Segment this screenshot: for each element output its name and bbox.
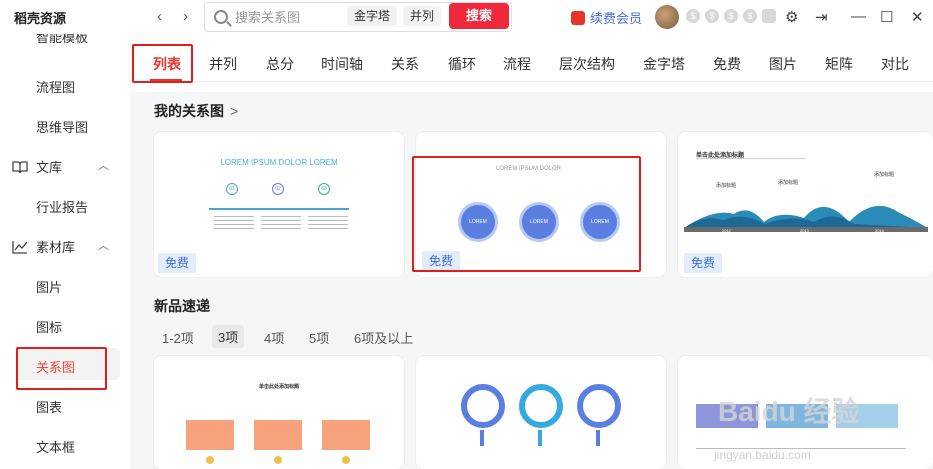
sidebar-item-industry-report[interactable]: 行业报告 xyxy=(36,197,88,216)
free-badge: 免费 xyxy=(158,253,196,273)
tab-compare[interactable]: 对比 xyxy=(881,54,909,74)
chevron-up-icon: ︿ xyxy=(98,240,109,252)
tab-process[interactable]: 流程 xyxy=(503,54,531,74)
pin-node xyxy=(577,384,621,428)
sidebar-item-icons[interactable]: 图标 xyxy=(36,317,62,336)
mountain-label: 添加标题 xyxy=(778,180,799,186)
pin-node xyxy=(461,384,505,428)
year-label: 2012 xyxy=(722,228,731,233)
chart-line-icon xyxy=(12,240,28,254)
number-icon: 02 xyxy=(272,183,284,195)
sidebar-item-mindmap[interactable]: 思维导图 xyxy=(36,117,88,136)
template-card[interactable]: 单击此处添加标题 xyxy=(154,356,404,469)
dot xyxy=(342,456,350,464)
number-icon: 03 xyxy=(318,183,330,195)
avatar[interactable] xyxy=(655,5,679,29)
maximize-icon[interactable]: ☐ xyxy=(880,8,893,26)
template-card[interactable] xyxy=(416,356,666,469)
highlight-box xyxy=(132,44,193,83)
watermark: Baidu 经验 xyxy=(718,396,860,427)
orange-box xyxy=(322,420,370,450)
dot xyxy=(274,456,282,464)
filter-3[interactable]: 3项 xyxy=(212,325,245,348)
tab-free[interactable]: 免费 xyxy=(713,54,741,74)
lock-icon xyxy=(762,9,776,23)
orange-box xyxy=(254,420,302,450)
tab-relation[interactable]: 关系 xyxy=(391,54,419,74)
sidebar-item-flowchart[interactable]: 流程图 xyxy=(36,77,75,96)
pin-stem xyxy=(480,430,484,446)
pin-node xyxy=(519,384,563,428)
chip-parallel[interactable]: 并列 xyxy=(403,6,442,26)
tab-images[interactable]: 图片 xyxy=(769,54,797,74)
gear-icon[interactable]: ⚙ xyxy=(785,8,798,26)
orange-box xyxy=(186,420,234,450)
section-title-new: 新品速递 xyxy=(154,298,210,314)
filter-5[interactable]: 5项 xyxy=(309,328,329,347)
search-input[interactable] xyxy=(235,7,355,27)
tab-total[interactable]: 总分 xyxy=(266,54,294,74)
card-heading: LOREM IPSUM DOLOR LOREM xyxy=(220,158,338,167)
badge-icon: $ xyxy=(743,9,757,23)
sidebar-group-label: 文库 xyxy=(36,160,63,175)
template-card[interactable]: 单击此处添加标题 添加标题 添加标题 添加标题 2012 2013 2014 免… xyxy=(678,132,933,277)
badge-icon: $ xyxy=(705,9,719,23)
tab-pyramid[interactable]: 金字塔 xyxy=(643,54,685,74)
card-line xyxy=(209,208,349,210)
highlight-box xyxy=(412,156,641,272)
chip-pyramid[interactable]: 金字塔 xyxy=(347,6,398,26)
badge-icon: $ xyxy=(686,9,700,23)
forward-arrow-icon[interactable]: › xyxy=(183,8,188,25)
category-tabs: 列表 并列 总分 时间轴 关系 循环 流程 层次结构 金字塔 免费 图片 矩阵 … xyxy=(130,44,933,82)
mountain-label: 添加标题 xyxy=(716,183,737,189)
filter-6plus[interactable]: 6项及以上 xyxy=(354,328,413,347)
mountain-label: 添加标题 xyxy=(874,172,895,178)
tab-matrix[interactable]: 矩阵 xyxy=(825,54,853,74)
year-label: 2014 xyxy=(875,228,884,233)
sidebar-item-textbox[interactable]: 文本框 xyxy=(36,437,75,456)
pin-stem xyxy=(596,430,600,446)
badge-icon: $ xyxy=(724,9,738,23)
text-lines xyxy=(214,216,254,230)
dot xyxy=(206,456,214,464)
filter-4[interactable]: 4项 xyxy=(264,328,284,347)
section-title-my[interactable]: 我的关系图 > xyxy=(154,101,238,121)
sidebar-item-charts[interactable]: 图表 xyxy=(36,397,62,416)
filter-1-2[interactable]: 1-2项 xyxy=(162,328,194,347)
highlight-box xyxy=(16,347,107,390)
number-icon: 01 xyxy=(226,183,238,195)
tab-parallel[interactable]: 并列 xyxy=(209,54,237,74)
vip-label: 续费会员 xyxy=(590,11,643,26)
minimize-icon[interactable]: — xyxy=(851,8,866,25)
vip-renew[interactable]: 续费会员 xyxy=(571,8,642,27)
sidebar: 稻壳资源 智能模板 流程图 思维导图 文库 ︿ 行业报告 素材库 ︿ 图片 图标… xyxy=(0,0,120,469)
tab-hierarchy[interactable]: 层次结构 xyxy=(559,54,615,74)
sidebar-item-cut[interactable]: 智能模板 xyxy=(36,34,88,45)
sidebar-group-materials[interactable]: 素材库 ︿ xyxy=(12,237,109,256)
vip-icon xyxy=(571,10,585,25)
exit-icon[interactable]: ⇥ xyxy=(815,8,828,26)
book-icon xyxy=(12,160,28,174)
chevron-up-icon: ︿ xyxy=(98,160,109,172)
back-arrow-icon[interactable]: ‹ xyxy=(157,8,162,25)
tab-cycle[interactable]: 循环 xyxy=(448,54,476,74)
sidebar-group-library[interactable]: 文库 ︿ xyxy=(12,157,109,176)
template-card[interactable]: LOREM IPSUM DOLOR LOREM 01 02 03 免费 xyxy=(154,132,404,277)
search-icon xyxy=(214,10,228,24)
sidebar-item-images[interactable]: 图片 xyxy=(36,277,62,296)
sidebar-group-label: 素材库 xyxy=(36,240,76,255)
card-heading: 单击此处添加标题 xyxy=(258,384,299,390)
free-badge: 免费 xyxy=(684,253,722,273)
text-lines xyxy=(308,216,348,230)
close-icon[interactable]: ✕ xyxy=(911,8,924,26)
search-button[interactable]: 搜索 xyxy=(449,3,509,29)
app-title: 稻壳资源 xyxy=(14,11,67,26)
watermark-url: jingyan.baidu.com xyxy=(714,448,811,462)
text-lines xyxy=(261,216,301,230)
year-label: 2013 xyxy=(800,228,809,233)
pin-stem xyxy=(538,430,542,446)
divider xyxy=(696,158,806,159)
tab-timeline[interactable]: 时间轴 xyxy=(321,54,363,74)
